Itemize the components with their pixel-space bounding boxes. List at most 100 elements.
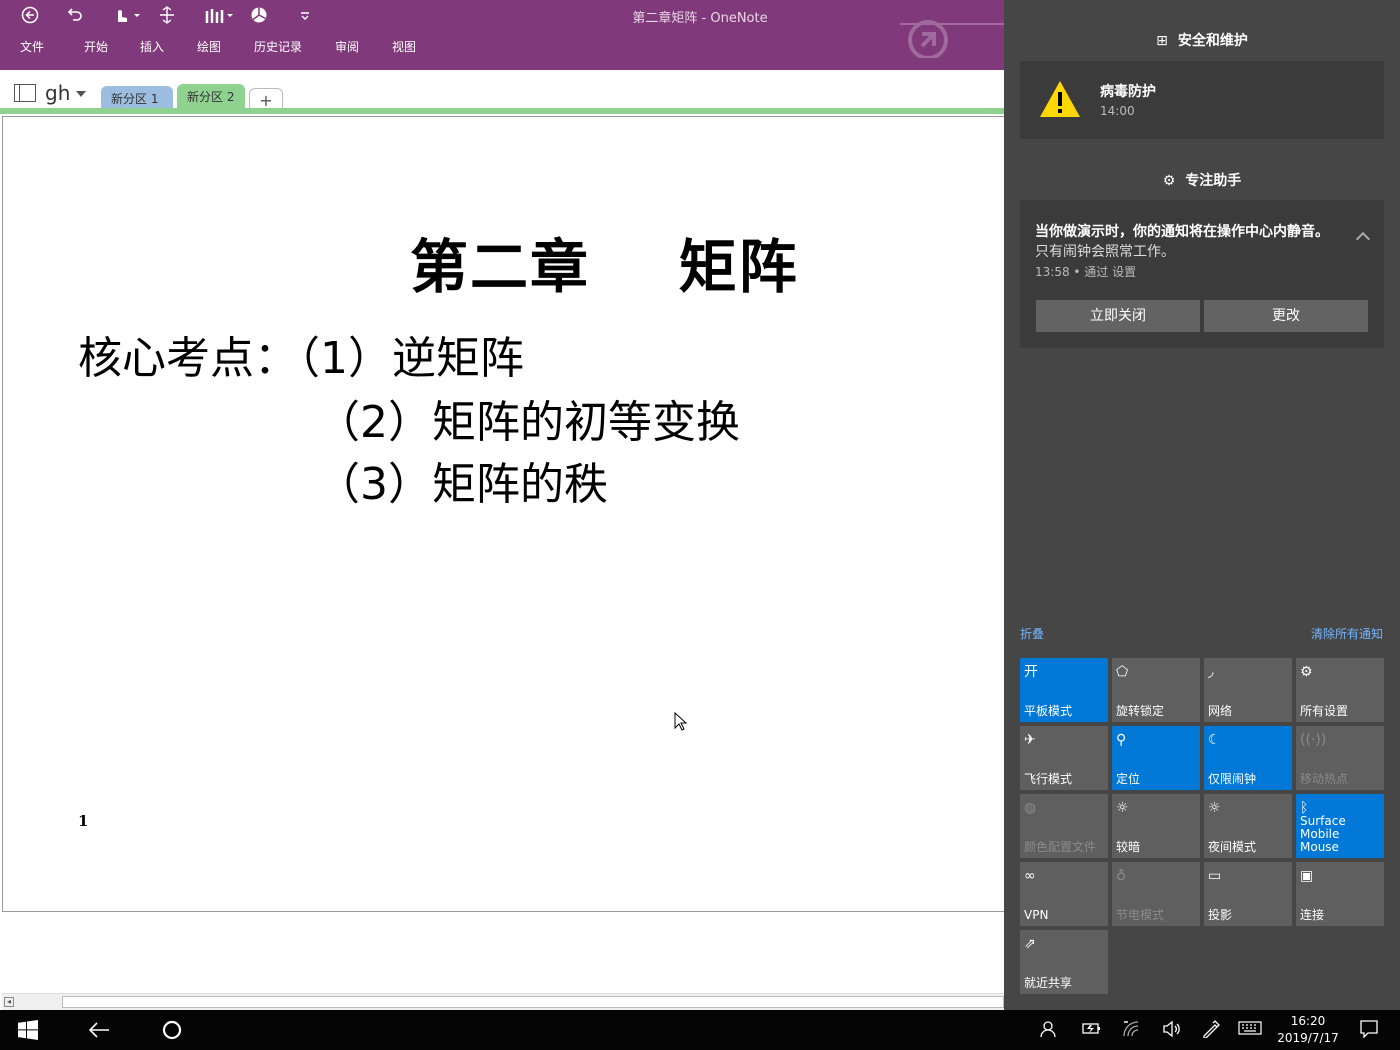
tile-label: 平板模式 <box>1024 704 1073 718</box>
gear-icon: ⚙ <box>1162 173 1176 189</box>
tile-label: 仅限闹钟 <box>1208 772 1257 786</box>
touch-mode-icon[interactable] <box>112 6 142 24</box>
battery-icon[interactable] <box>1082 1020 1102 1040</box>
color-profile-icon: ◍ <box>1024 800 1037 816</box>
undo-icon[interactable] <box>66 6 84 24</box>
tile-network[interactable]: ◞ 网络 <box>1204 658 1292 722</box>
mobile-hotspot-icon: ((·)) <box>1300 732 1327 748</box>
menu-view[interactable]: 视图 <box>392 38 416 55</box>
notebook-name[interactable]: gh <box>45 81 70 105</box>
key-points-label[interactable]: 核心考点：（1）逆矩阵 <box>78 322 524 386</box>
group-title-focus-assist: 专注助手 <box>1185 173 1242 189</box>
page-area-bottom[interactable] <box>0 912 1004 992</box>
tile-nearby-sharing[interactable]: ⇗ 就近共享 <box>1020 930 1108 994</box>
page-number: 1 <box>78 812 89 830</box>
add-section-button[interactable]: + <box>249 88 283 110</box>
key-point-2[interactable]: （2）矩阵的初等变换 <box>316 386 740 450</box>
airplane-mode-icon: ✈ <box>1024 732 1036 748</box>
notification-meta: 13:58 • 通过 设置 <box>1035 265 1137 279</box>
notification-body: 只有闹钟会照常工作。 <box>1035 244 1175 260</box>
notification-time: 14:00 <box>1100 104 1135 118</box>
group-title-security: 安全和维护 <box>1177 33 1248 49</box>
scrollbar-thumb[interactable] <box>62 996 1004 1008</box>
tile-brightness[interactable]: ☼ 较暗 <box>1112 794 1200 858</box>
pens-icon[interactable] <box>204 6 236 24</box>
tile-location[interactable]: ⚲ 定位 <box>1112 726 1200 790</box>
ribbon: 第二章矩阵 - OneNote 文件 开始 插入 绘图 历史记录 审阅 视图 <box>0 0 1004 70</box>
change-button[interactable]: 更改 <box>1204 300 1368 332</box>
vpn-icon: ∞ <box>1024 868 1036 884</box>
notification-title: 当你做演示时，你的通知将在操作中心内静音。 <box>1035 224 1329 240</box>
volume-icon[interactable] <box>1162 1020 1182 1042</box>
menu-draw[interactable]: 绘图 <box>197 38 221 55</box>
people-icon[interactable] <box>1038 1020 1056 1042</box>
tile-airplane-mode[interactable]: ✈ 飞行模式 <box>1020 726 1108 790</box>
tile-label: 投影 <box>1208 908 1233 922</box>
back-icon[interactable] <box>88 1020 110 1044</box>
warning-icon <box>1038 79 1082 123</box>
wifi-icon[interactable] <box>1122 1020 1140 1042</box>
tile-label: 颜色配置文件 <box>1024 840 1097 854</box>
tile-battery-saver[interactable]: ♁ 节电模式 <box>1112 862 1200 926</box>
onenote-window: 第二章矩阵 - OneNote 文件 开始 插入 绘图 历史记录 审阅 视图 g… <box>0 0 1004 1010</box>
tile-label: 定位 <box>1116 772 1141 786</box>
pen-icon[interactable] <box>1202 1020 1220 1042</box>
horizontal-scrollbar[interactable]: ◂ <box>2 993 1004 1010</box>
pie-icon[interactable] <box>250 6 268 24</box>
tile-all-settings[interactable]: ⚙ 所有设置 <box>1296 658 1384 722</box>
back-icon[interactable] <box>20 6 40 24</box>
notebook-dropdown-icon[interactable] <box>76 91 86 97</box>
key-points-label-text: 核心考点： <box>78 333 298 384</box>
clock-date: 2019/7/17 <box>1277 1031 1339 1045</box>
all-settings-icon: ⚙ <box>1300 664 1313 680</box>
turn-off-now-button[interactable]: 立即关闭 <box>1036 300 1200 332</box>
start-icon[interactable] <box>18 1020 38 1044</box>
location-icon: ⚲ <box>1116 732 1127 748</box>
nearby-sharing-icon: ⇗ <box>1024 936 1036 952</box>
clear-all-notifications-link[interactable]: 清除所有通知 <box>1311 625 1383 642</box>
scroll-left-icon[interactable]: ◂ <box>4 997 14 1007</box>
cortana-icon[interactable] <box>161 1020 183 1046</box>
notification-focus-assist[interactable]: 当你做演示时，你的通知将在操作中心内静音。 只有闹钟会照常工作。 13:58 •… <box>1020 200 1384 348</box>
clock-time: 16:20 <box>1290 1014 1326 1028</box>
menu-insert[interactable]: 插入 <box>140 38 164 55</box>
menu-review[interactable]: 审阅 <box>335 38 359 55</box>
section-tab-2[interactable]: 新分区 2 <box>177 84 245 108</box>
menu-history[interactable]: 历史记录 <box>254 38 302 55</box>
notification-icon[interactable] <box>1360 1020 1378 1042</box>
customize-icon[interactable] <box>298 6 312 24</box>
tile-rotation-lock[interactable]: ⬠ 旋转锁定 <box>1112 658 1200 722</box>
section-color-bar <box>0 108 1004 114</box>
tile-project[interactable]: ▭ 投影 <box>1204 862 1292 926</box>
tile-label: 连接 <box>1300 908 1325 922</box>
night-light-icon: ☼ <box>1208 800 1221 816</box>
clock[interactable]: 16:20 2019/7/17 <box>1276 1013 1340 1047</box>
alarms-only-icon: ☾ <box>1208 732 1221 748</box>
menu-home[interactable]: 开始 <box>84 38 108 55</box>
section-tab-1[interactable]: 新分区 1 <box>101 86 173 108</box>
page-title[interactable]: 第二章 矩阵 <box>410 220 799 304</box>
tile-tablet-mode[interactable]: 开平板模式 <box>1020 658 1108 722</box>
tile-label: Surface Mobile Mouse <box>1300 814 1346 854</box>
tile-color-profile[interactable]: ◍ 颜色配置文件 <box>1020 794 1108 858</box>
key-point-3[interactable]: （3）矩阵的秩 <box>316 448 608 512</box>
group-header-security: ⊞ 安全和维护 <box>1004 30 1400 50</box>
tile-bluetooth[interactable]: ᛒ Surface Mobile Mouse <box>1296 794 1384 858</box>
notebook-icon[interactable] <box>14 84 36 102</box>
insert-space-icon[interactable] <box>158 6 176 24</box>
tile-label: 所有设置 <box>1300 704 1349 718</box>
action-center: ⊞ 安全和维护 病毒防护 14:00 ⚙ 专注助手 当你做演示时，你的通知将在操作中… <box>1004 0 1400 1010</box>
tile-alarms-only[interactable]: ☾ 仅限闹钟 <box>1204 726 1292 790</box>
tile-night-light[interactable]: ☼ 夜间模式 <box>1204 794 1292 858</box>
chevron-up-icon[interactable] <box>1355 231 1371 247</box>
tile-label: VPN <box>1024 908 1049 922</box>
tile-vpn[interactable]: ∞ VPN <box>1020 862 1108 926</box>
brightness-icon: ☼ <box>1116 800 1129 816</box>
keyboard-icon[interactable] <box>1238 1020 1262 1040</box>
collapse-link[interactable]: 折叠 <box>1020 625 1044 642</box>
tile-connect[interactable]: ▣ 连接 <box>1296 862 1384 926</box>
connect-icon: ▣ <box>1300 868 1314 884</box>
tile-mobile-hotspot[interactable]: ((·)) 移动热点 <box>1296 726 1384 790</box>
notification-virus-protection[interactable]: 病毒防护 14:00 <box>1020 61 1384 139</box>
menu-file[interactable]: 文件 <box>20 38 44 55</box>
